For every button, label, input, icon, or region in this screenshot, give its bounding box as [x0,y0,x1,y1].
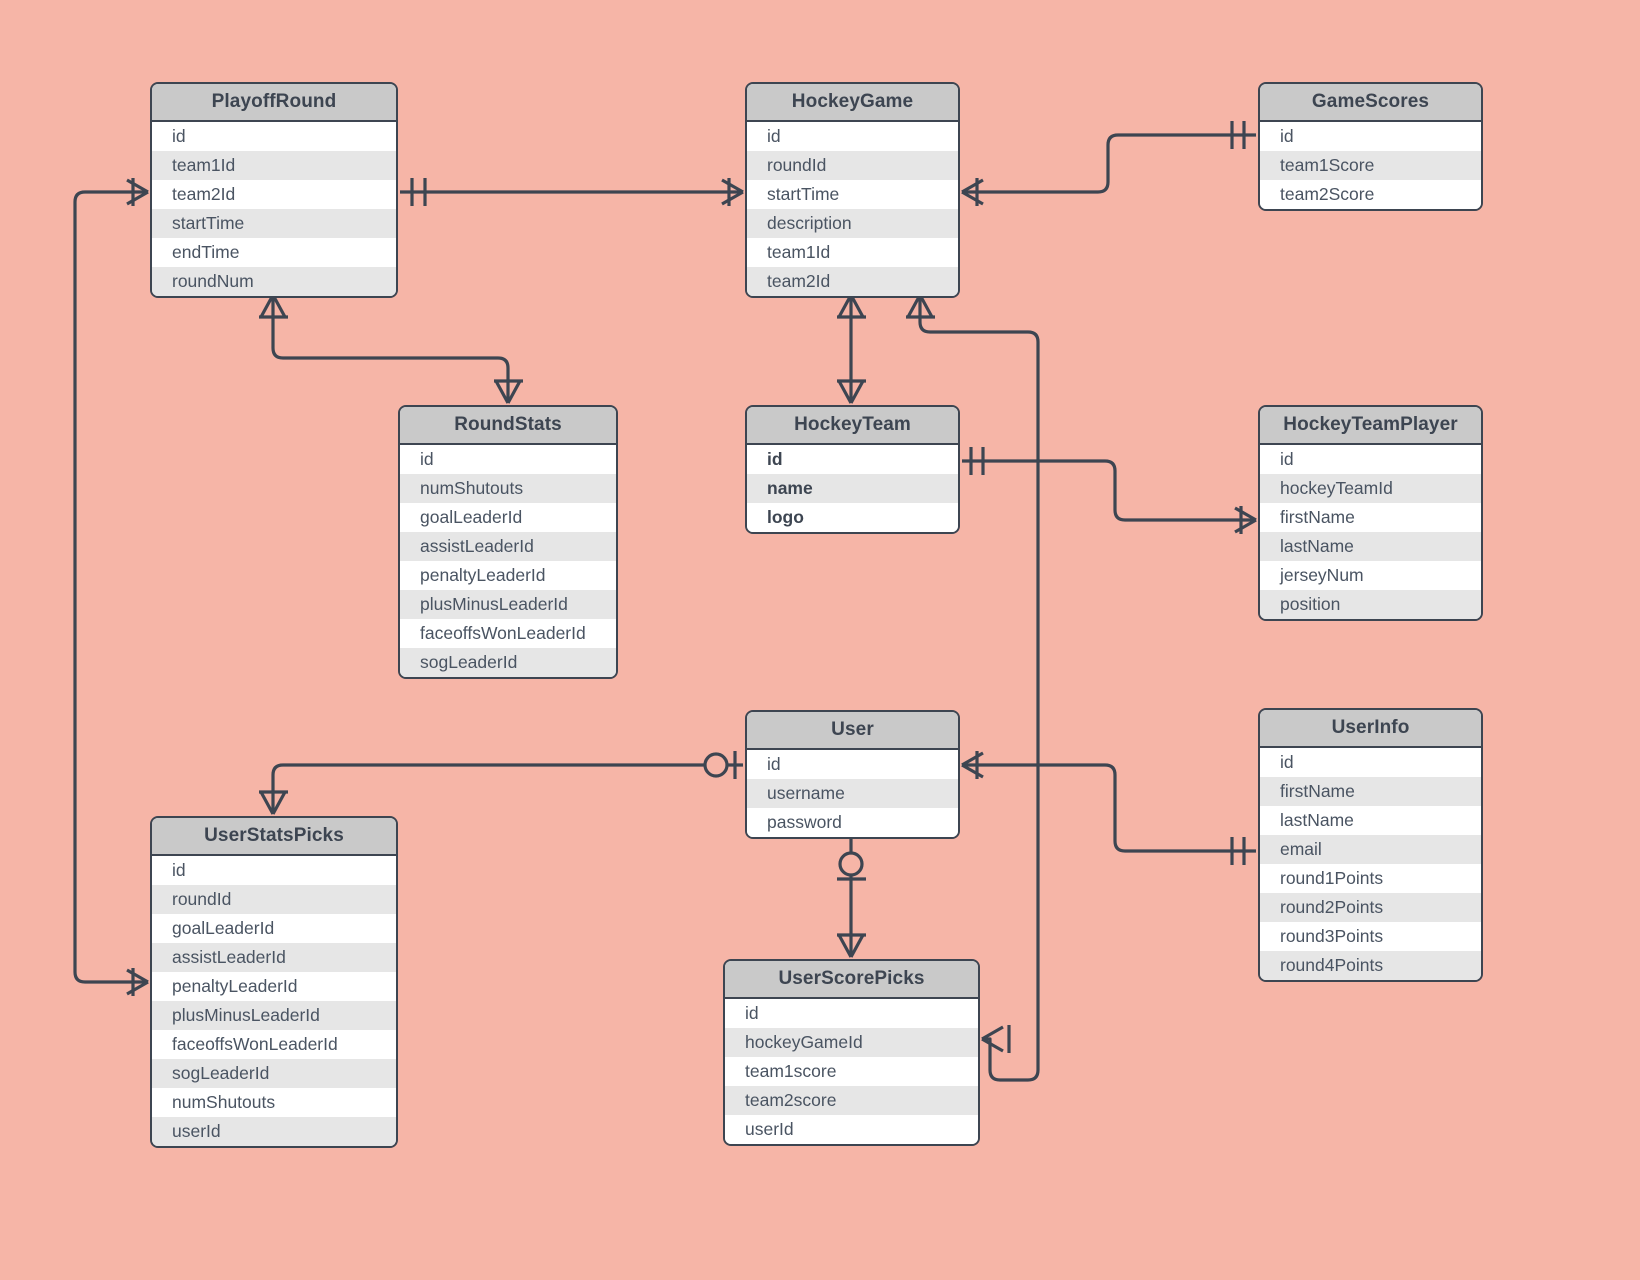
attribute-row[interactable]: team1Score [1260,151,1481,180]
attribute-row[interactable]: id [1260,748,1481,777]
entity-userstatspicks[interactable]: UserStatsPicks id roundId goalLeaderId assis… [150,816,398,1148]
entity-roundstats[interactable]: RoundStats id numShutouts goalLeaderId assis… [398,405,618,679]
attribute-row[interactable]: penaltyLeaderId [152,972,396,1001]
attribute-row[interactable]: round1Points [1260,864,1481,893]
edge-hockeyteam-hockeyteamplayer [962,447,1257,534]
attribute-row[interactable]: numShutouts [400,474,616,503]
attribute-list-userscorepicks: id hockeyGameId team1score team2score userId [725,999,978,1144]
attribute-row[interactable]: goalLeaderId [152,914,396,943]
attribute-row[interactable]: round3Points [1260,922,1481,951]
attribute-list-hockeyteam: id name logo [747,445,958,532]
entity-title-roundstats: RoundStats [400,407,616,445]
attribute-row[interactable]: id [747,122,958,151]
attribute-row[interactable]: plusMinusLeaderId [400,590,616,619]
attribute-row[interactable]: id [1260,445,1481,474]
edge-playoffround-hockeygame [400,178,744,206]
attribute-row[interactable]: jerseyNum [1260,561,1481,590]
attribute-list-hockeygame: id roundId startTime description team1Id team… [747,122,958,296]
attribute-row[interactable]: round4Points [1260,951,1481,980]
attribute-row[interactable]: logo [747,503,958,532]
entity-title-gamescores: GameScores [1260,84,1481,122]
attribute-list-hockeyteamplayer: id hockeyTeamId firstName lastName jerseyNum… [1260,445,1481,619]
entity-title-hockeygame: HockeyGame [747,84,958,122]
attribute-row[interactable]: roundNum [152,267,396,296]
edge-user-userstatspicks [259,751,743,815]
attribute-row[interactable]: description [747,209,958,238]
entity-gamescores[interactable]: GameScores id team1Score team2Score [1258,82,1483,211]
attribute-row[interactable]: firstName [1260,777,1481,806]
attribute-row[interactable]: sogLeaderId [152,1059,396,1088]
attribute-list-userstatspicks: id roundId goalLeaderId assistLeaderId penal… [152,856,396,1146]
attribute-row[interactable]: userId [152,1117,396,1146]
attribute-row[interactable]: username [747,779,958,808]
attribute-row[interactable]: team2Id [152,180,396,209]
entity-title-userinfo: UserInfo [1260,710,1481,748]
entity-title-user: User [747,712,958,750]
er-diagram-canvas: PlayoffRound id team1Id team2Id startTime end… [0,0,1640,1280]
edge-playoffround-userstatspicks [73,178,149,996]
edge-user-userscorepicks [837,836,866,958]
entity-hockeyteam[interactable]: HockeyTeam id name logo [745,405,960,534]
edge-user-userinfo [961,751,1256,865]
attribute-row[interactable]: userId [725,1115,978,1144]
attribute-row[interactable]: name [747,474,958,503]
attribute-row[interactable]: startTime [152,209,396,238]
attribute-row[interactable]: hockeyGameId [725,1028,978,1057]
attribute-row[interactable]: roundId [152,885,396,914]
attribute-row[interactable]: team2Id [747,267,958,296]
attribute-row[interactable]: position [1260,590,1481,619]
entity-title-playoffround: PlayoffRound [152,84,396,122]
attribute-row[interactable]: team2score [725,1086,978,1115]
attribute-row[interactable]: id [152,856,396,885]
attribute-row[interactable]: password [747,808,958,837]
attribute-row[interactable]: hockeyTeamId [1260,474,1481,503]
edge-hockeygame-gamescores [961,121,1256,206]
entity-userinfo[interactable]: UserInfo id firstName lastName email round1Po… [1258,708,1483,982]
attribute-row[interactable]: lastName [1260,532,1481,561]
attribute-row[interactable]: roundId [747,151,958,180]
entity-title-hockeyteam: HockeyTeam [747,407,958,445]
attribute-row[interactable]: assistLeaderId [400,532,616,561]
attribute-row[interactable]: id [1260,122,1481,151]
attribute-row[interactable]: id [747,750,958,779]
entity-user[interactable]: User id username password [745,710,960,839]
attribute-list-user: id username password [747,750,958,837]
attribute-row[interactable]: goalLeaderId [400,503,616,532]
entity-title-userscorepicks: UserScorePicks [725,961,978,999]
attribute-row[interactable]: team1score [725,1057,978,1086]
attribute-row[interactable]: assistLeaderId [152,943,396,972]
attribute-row[interactable]: team1Id [152,151,396,180]
edge-hockeygame-hockeyteam [837,294,866,404]
attribute-list-userinfo: id firstName lastName email round1Points roun… [1260,748,1481,980]
attribute-row[interactable]: id [747,445,958,474]
attribute-row[interactable]: id [152,122,396,151]
attribute-row[interactable]: faceoffsWonLeaderId [400,619,616,648]
attribute-list-gamescores: id team1Score team2Score [1260,122,1481,209]
attribute-row[interactable]: startTime [747,180,958,209]
entity-title-hockeyteamplayer: HockeyTeamPlayer [1260,407,1481,445]
attribute-row[interactable]: sogLeaderId [400,648,616,677]
attribute-row[interactable]: team1Id [747,238,958,267]
attribute-row[interactable]: lastName [1260,806,1481,835]
entity-hockeygame[interactable]: HockeyGame id roundId startTime description t… [745,82,960,298]
entity-userscorepicks[interactable]: UserScorePicks id hockeyGameId team1score te… [723,959,980,1146]
attribute-row[interactable]: penaltyLeaderId [400,561,616,590]
attribute-row[interactable]: plusMinusLeaderId [152,1001,396,1030]
attribute-row[interactable]: firstName [1260,503,1481,532]
entity-playoffround[interactable]: PlayoffRound id team1Id team2Id startTime end… [150,82,398,298]
attribute-row[interactable]: faceoffsWonLeaderId [152,1030,396,1059]
attribute-list-playoffround: id team1Id team2Id startTime endTime roundNum [152,122,396,296]
attribute-row[interactable]: id [400,445,616,474]
attribute-row[interactable]: endTime [152,238,396,267]
entity-hockeyteamplayer[interactable]: HockeyTeamPlayer id hockeyTeamId firstName l… [1258,405,1483,621]
edge-playoffround-roundstats [259,294,523,404]
attribute-row[interactable]: email [1260,835,1481,864]
attribute-row[interactable]: id [725,999,978,1028]
attribute-row[interactable]: round2Points [1260,893,1481,922]
attribute-row[interactable]: numShutouts [152,1088,396,1117]
attribute-row[interactable]: team2Score [1260,180,1481,209]
attribute-list-roundstats: id numShutouts goalLeaderId assistLeaderId p… [400,445,616,677]
entity-title-userstatspicks: UserStatsPicks [152,818,396,856]
